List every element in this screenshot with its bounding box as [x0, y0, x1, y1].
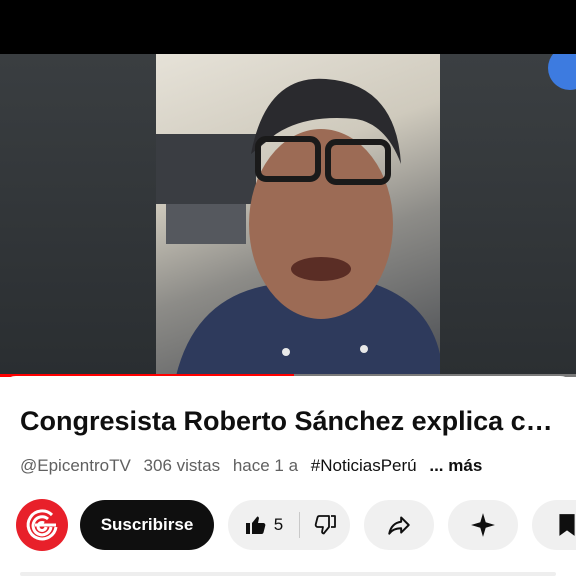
subscribe-button[interactable]: Suscribirse [80, 500, 214, 550]
ask-ai-button[interactable] [448, 500, 518, 550]
thumbs-down-icon [314, 515, 336, 535]
action-row: Suscribirse 5 [0, 498, 576, 552]
like-button[interactable]: 5 [229, 500, 299, 550]
upload-age: hace 1 a [232, 456, 299, 475]
video-frame [156, 54, 440, 376]
video-player[interactable] [0, 54, 576, 376]
like-count: 5 [273, 515, 284, 534]
thumbs-up-icon [245, 516, 266, 534]
share-icon [388, 516, 410, 535]
video-left-panel [0, 54, 156, 376]
video-person-image [156, 78, 440, 376]
epicentro-logo-icon [26, 509, 58, 541]
content-divider [20, 572, 556, 576]
more-link[interactable]: ... más [429, 456, 482, 475]
hashtag-link[interactable]: #NoticiasPerú [311, 456, 417, 475]
top-black-bar [0, 0, 576, 54]
channel-avatar[interactable] [16, 499, 68, 551]
sparkle-icon [471, 513, 495, 537]
share-button[interactable] [364, 500, 434, 550]
video-right-panel [440, 54, 576, 376]
video-title[interactable]: Congresista Roberto Sánchez explica có… [20, 406, 560, 437]
channel-handle[interactable]: @EpicentroTV [20, 456, 131, 475]
dislike-button[interactable] [300, 500, 350, 550]
like-dislike-group: 5 [228, 500, 350, 550]
save-button[interactable] [532, 500, 576, 550]
view-count: 306 vistas [143, 456, 221, 475]
video-meta[interactable]: @EpicentroTV 306 vistas hace 1 a #Notici… [20, 456, 490, 476]
bookmark-icon [559, 514, 575, 536]
